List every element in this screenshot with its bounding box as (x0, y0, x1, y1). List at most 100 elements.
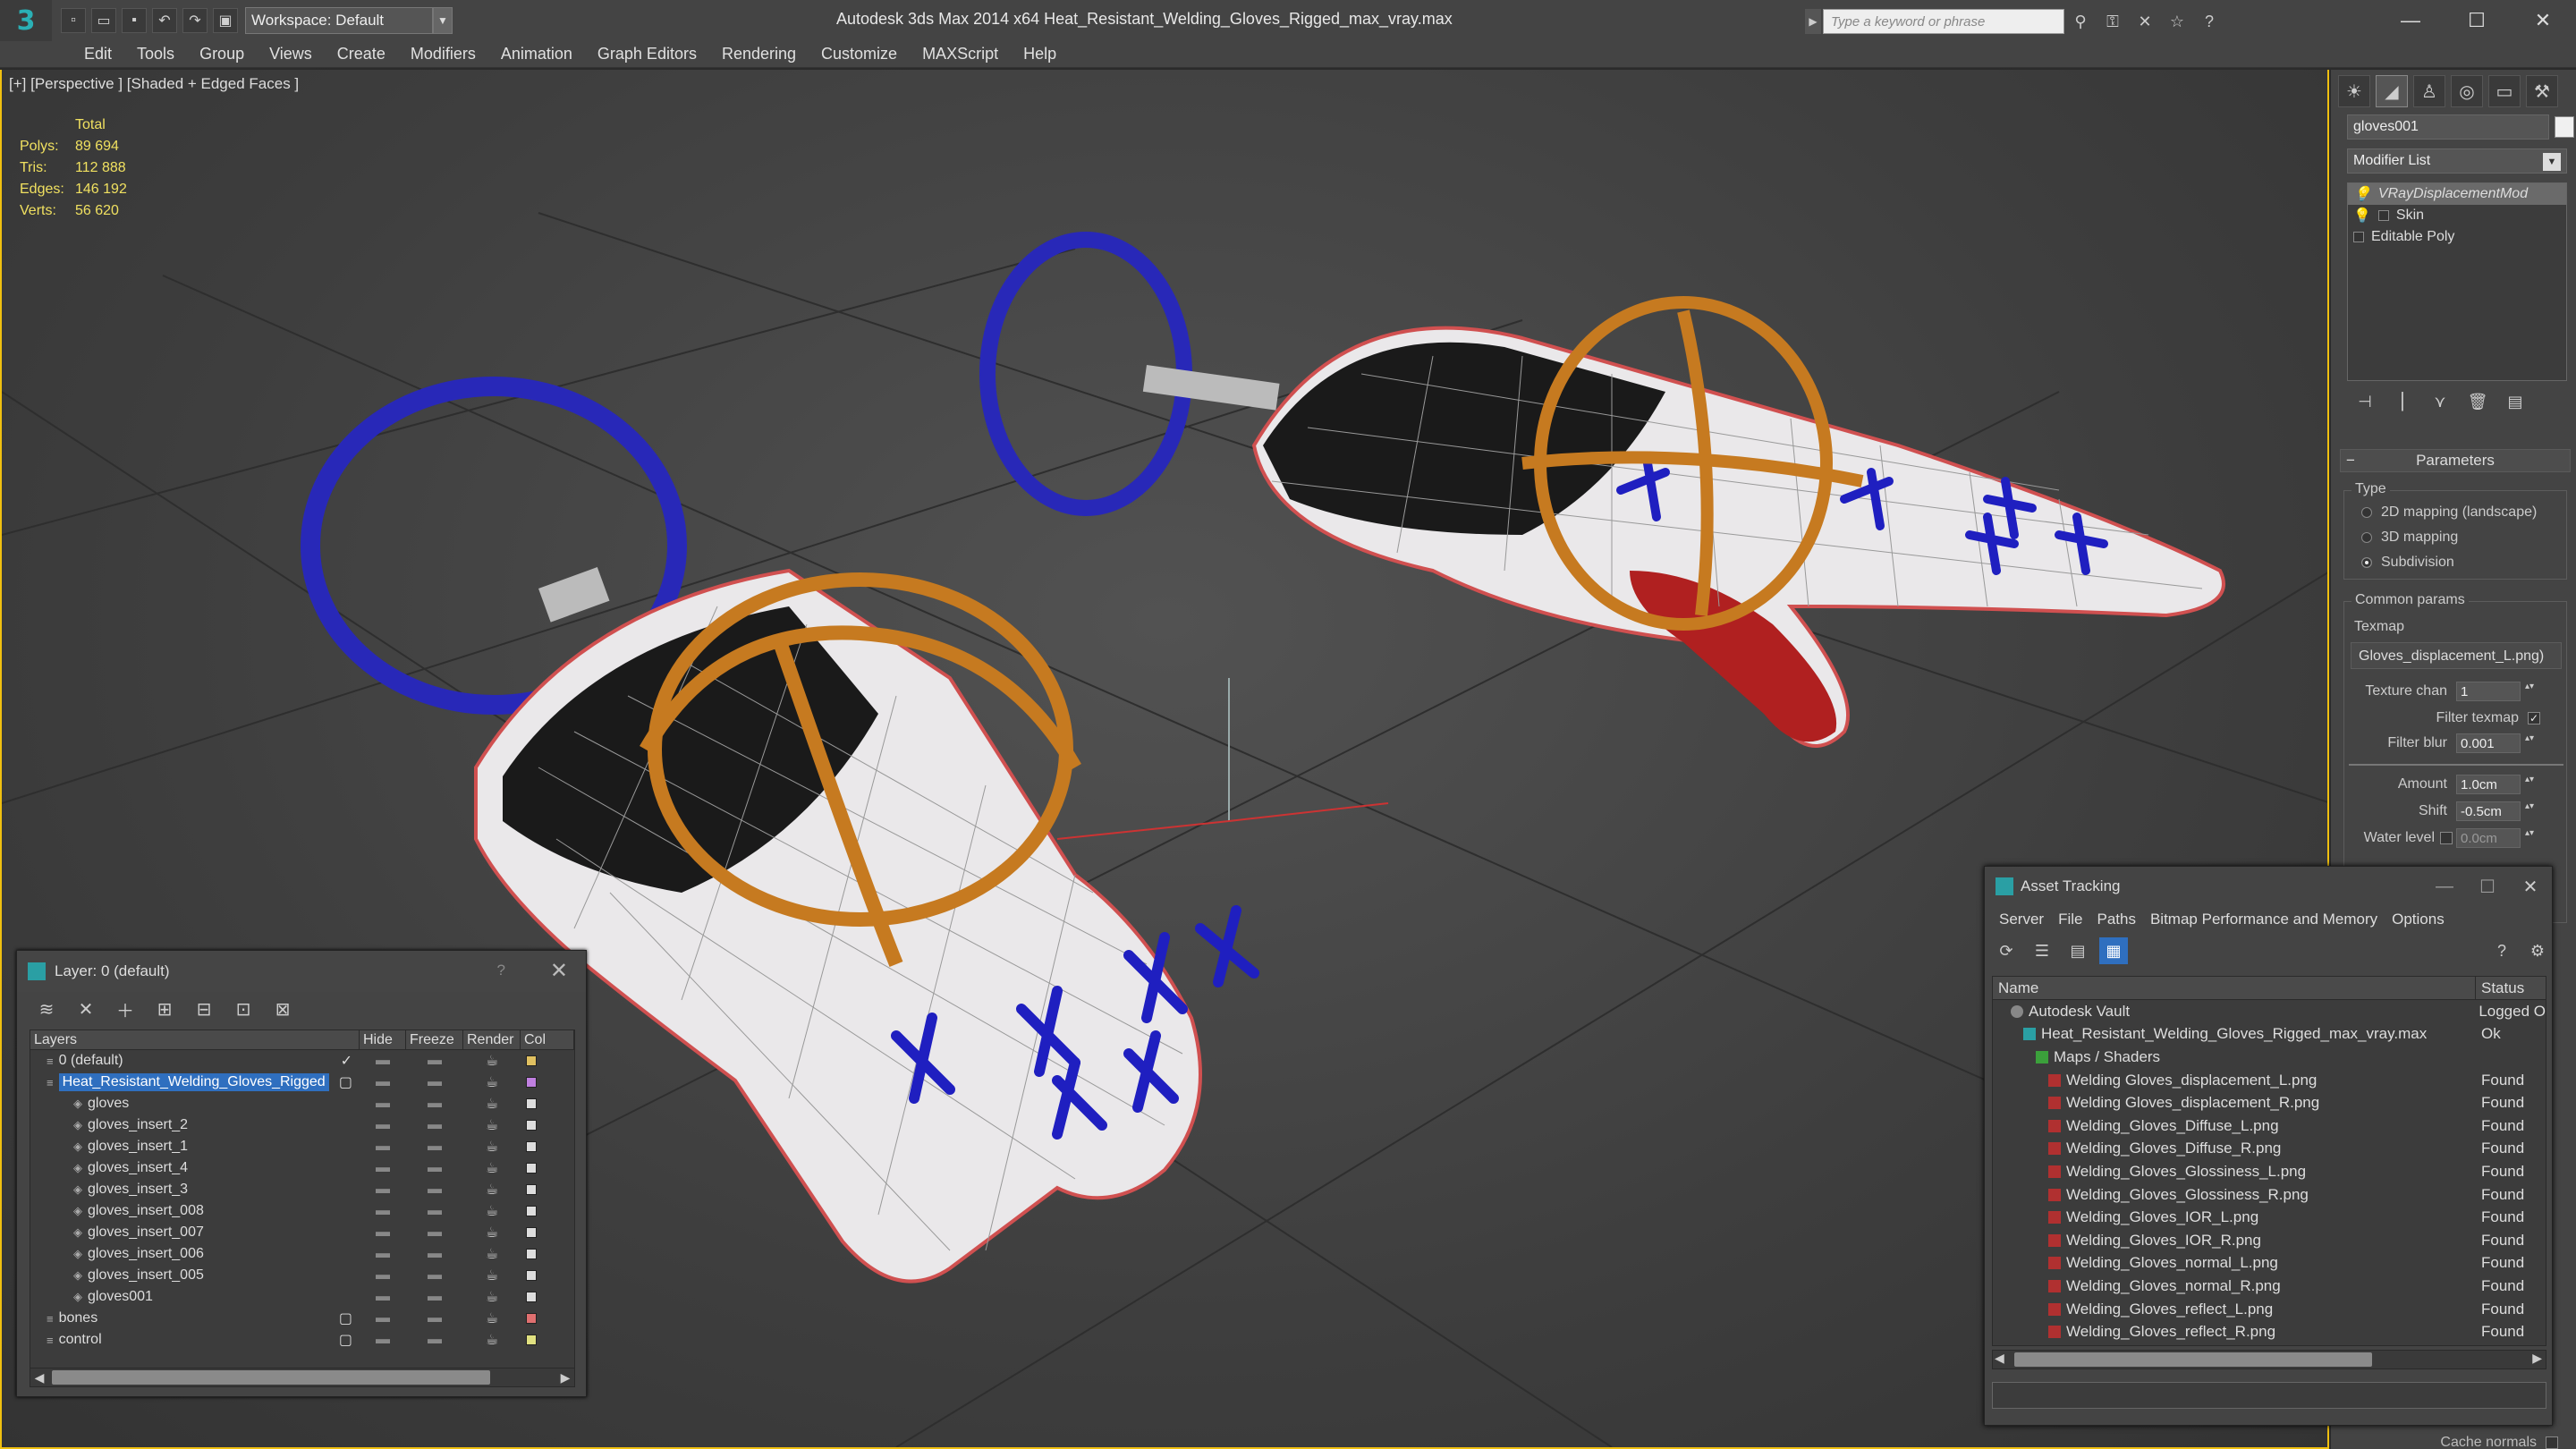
scroll-left-icon[interactable]: ◀ (30, 1368, 48, 1386)
asset-row[interactable]: Welding_Gloves_normal_R.png Found (1993, 1275, 2546, 1298)
key-icon[interactable]: ⚿ (2100, 9, 2125, 34)
menu-server[interactable]: Server (1992, 911, 2051, 928)
freeze-toggle[interactable]: ▬ (406, 1332, 463, 1348)
layer-row[interactable]: ≡ bones ▢ ▬ ▬ ☕ (30, 1308, 574, 1329)
create-tab-icon[interactable]: ☀ (2338, 75, 2370, 107)
hide-toggle[interactable]: ▬ (360, 1074, 406, 1090)
chevron-down-icon[interactable]: ▼ (433, 7, 453, 34)
exchange-icon[interactable]: ✕ (2132, 9, 2157, 34)
layer-horizontal-scrollbar[interactable]: ◀ ▶ (30, 1368, 575, 1387)
maximize-icon[interactable]: ☐ (2466, 867, 2509, 906)
water-level-spinner[interactable]: 0.0cm (2456, 828, 2536, 848)
col-freeze[interactable]: Freeze (406, 1030, 463, 1049)
color-swatch[interactable] (526, 1249, 537, 1259)
layer-status-check[interactable]: ▢ (339, 1309, 352, 1327)
layer-name[interactable]: bones (59, 1310, 98, 1326)
layer-row[interactable]: ≡ 0 (default) ✓ ▬ ▬ ☕ (30, 1050, 574, 1072)
menu-help[interactable]: Help (1011, 45, 1069, 64)
star-icon[interactable]: ☆ (2165, 9, 2190, 34)
layer-status-check[interactable]: ▢ (339, 1331, 352, 1349)
col-render[interactable]: Render (463, 1030, 521, 1049)
layer-row[interactable]: ◈ gloves_insert_4 ▬ ▬ ☕ (30, 1157, 574, 1179)
hide-toggle[interactable]: ▬ (360, 1117, 406, 1133)
cache-normals-checkbox[interactable] (2546, 1436, 2558, 1449)
open-file-icon[interactable]: ▭ (91, 8, 116, 33)
scroll-right-icon[interactable]: ▶ (2532, 1351, 2542, 1366)
color-swatch[interactable] (526, 1163, 537, 1174)
layer-color-swatch[interactable] (521, 1206, 542, 1216)
delete-layer-icon[interactable]: ✕ (71, 996, 101, 1022)
scroll-right-icon[interactable]: ▶ (556, 1368, 574, 1386)
hide-toggle[interactable]: ▬ (360, 1332, 406, 1348)
list-view-icon[interactable]: ☰ (2028, 937, 2056, 964)
layer-color-swatch[interactable] (521, 1077, 542, 1088)
layer-name[interactable]: gloves_insert_1 (88, 1139, 188, 1155)
asset-path-field[interactable] (1992, 1382, 2546, 1409)
pin-stack-icon[interactable]: ⊣ (2354, 391, 2376, 412)
freeze-toggle[interactable]: ▬ (406, 1203, 463, 1219)
render-teapot-icon[interactable]: ☕ (463, 1138, 521, 1156)
render-teapot-icon[interactable]: ☕ (463, 1073, 521, 1091)
minimize-icon[interactable]: — (2423, 867, 2466, 906)
menu-paths[interactable]: Paths (2089, 911, 2142, 928)
asset-row[interactable]: Welding_Gloves_reflect_R.png Found (1993, 1320, 2546, 1343)
color-swatch[interactable] (526, 1335, 537, 1345)
menu-customize[interactable]: Customize (809, 45, 910, 64)
radio-button[interactable] (2361, 557, 2372, 568)
layer-row[interactable]: ≡ control ▢ ▬ ▬ ☕ (30, 1329, 574, 1351)
viewport-label[interactable]: [+] [Perspective ] [Shaded + Edged Faces… (9, 75, 299, 93)
minimize-icon[interactable]: — (2377, 0, 2444, 41)
make-unique-icon[interactable]: ⋎ (2429, 391, 2451, 412)
modify-tab-icon[interactable]: ◢ (2376, 75, 2408, 107)
undo-icon[interactable]: ↶ (152, 8, 177, 33)
menu-views[interactable]: Views (257, 45, 325, 64)
amount-spinner[interactable]: 1.0cm (2456, 775, 2536, 794)
layer-name[interactable]: gloves001 (88, 1289, 153, 1305)
close-icon[interactable]: ✕ (2509, 867, 2552, 906)
redo-icon[interactable]: ↷ (182, 8, 208, 33)
col-status[interactable]: Status (2476, 977, 2524, 999)
layer-color-swatch[interactable] (521, 1335, 542, 1345)
layer-color-swatch[interactable] (521, 1098, 542, 1109)
layer-row[interactable]: ◈ gloves_insert_006 ▬ ▬ ☕ (30, 1243, 574, 1265)
freeze-toggle[interactable]: ▬ (406, 1182, 463, 1198)
color-swatch[interactable] (526, 1313, 537, 1324)
water-level-checkbox[interactable] (2440, 832, 2453, 844)
layer-row[interactable]: ◈ gloves_insert_005 ▬ ▬ ☕ (30, 1265, 574, 1286)
help-icon[interactable]: ? (2487, 937, 2516, 964)
menu-file[interactable]: File (2051, 911, 2089, 928)
color-swatch[interactable] (526, 1270, 537, 1281)
layer-name[interactable]: gloves_insert_2 (88, 1117, 188, 1133)
menu-animation[interactable]: Animation (488, 45, 585, 64)
col-hide[interactable]: Hide (360, 1030, 406, 1049)
hide-toggle[interactable]: ▬ (360, 1267, 406, 1284)
layer-row[interactable]: ◈ gloves_insert_1 ▬ ▬ ☕ (30, 1136, 574, 1157)
table-view-icon[interactable]: ▤ (2063, 937, 2092, 964)
layer-name[interactable]: Heat_Resistant_Welding_Gloves_Rigged (58, 1073, 329, 1091)
layer-name[interactable]: gloves_insert_008 (88, 1203, 204, 1219)
freeze-toggle[interactable]: ▬ (406, 1139, 463, 1155)
layer-color-swatch[interactable] (521, 1184, 542, 1195)
add-layer-icon[interactable]: ＋ (110, 996, 140, 1022)
scrollbar-thumb[interactable] (52, 1370, 490, 1385)
freeze-toggle[interactable]: ▬ (406, 1117, 463, 1133)
layer-row[interactable]: ◈ gloves_insert_008 ▬ ▬ ☕ (30, 1200, 574, 1222)
asset-row[interactable]: Maps / Shaders (1993, 1046, 2546, 1069)
lightbulb-icon[interactable]: 💡 (2353, 207, 2371, 225)
color-swatch[interactable] (526, 1184, 537, 1195)
freeze-toggle[interactable]: ▬ (406, 1096, 463, 1112)
select-layer-icon[interactable]: ⊟ (189, 996, 219, 1022)
modifier-list-dropdown[interactable]: Modifier List ▼ (2347, 148, 2567, 174)
freeze-toggle[interactable]: ▬ (406, 1160, 463, 1176)
layer-color-swatch[interactable] (521, 1292, 542, 1302)
app-menu-button[interactable]: 3 (0, 0, 52, 41)
chevron-down-icon[interactable]: ▼ (2543, 153, 2561, 171)
menu-options[interactable]: Options (2385, 911, 2452, 928)
utilities-tab-icon[interactable]: ⚒ (2526, 75, 2558, 107)
hide-all-layers-icon[interactable]: ⊠ (267, 996, 298, 1022)
project-folder-icon[interactable]: ▣ (213, 8, 238, 33)
col-name[interactable]: Name (1993, 977, 2476, 999)
hierarchy-tab-icon[interactable]: ♙ (2413, 75, 2445, 107)
freeze-toggle[interactable]: ▬ (406, 1267, 463, 1284)
asset-row[interactable]: Welding Gloves_displacement_L.png Found (1993, 1069, 2546, 1092)
